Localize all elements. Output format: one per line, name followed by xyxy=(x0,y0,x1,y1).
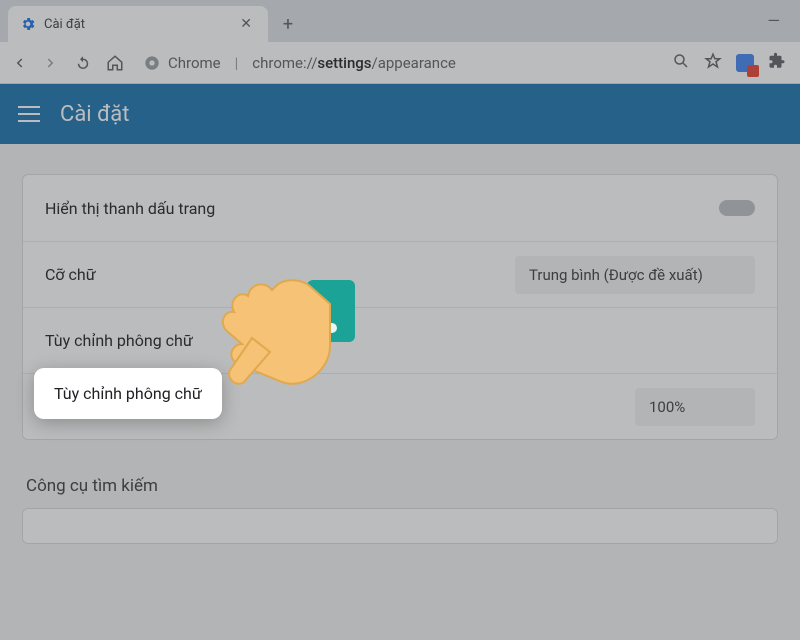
search-engine-card xyxy=(22,508,778,544)
minimize-icon[interactable]: — xyxy=(768,11,781,30)
callout-text: Tùy chỉnh phông chữ xyxy=(54,384,202,403)
new-tab-button[interactable]: + xyxy=(274,10,302,38)
section-search-engine: Công cụ tìm kiếm xyxy=(26,476,778,496)
window-controls: — xyxy=(768,11,800,42)
dropdown-value[interactable]: Trung bình (Được đề xuất) xyxy=(515,256,755,294)
home-button[interactable] xyxy=(104,52,126,74)
callout-customize-fonts[interactable]: Tùy chỉnh phông chữ xyxy=(34,368,222,419)
row-font-size[interactable]: Cỡ chữ Trung bình (Được đề xuất) xyxy=(23,241,777,307)
bookmark-star-icon[interactable] xyxy=(704,52,722,74)
back-button[interactable] xyxy=(8,52,30,74)
settings-header: Cài đặt xyxy=(0,84,800,144)
reload-button[interactable] xyxy=(72,52,94,74)
chrome-icon xyxy=(144,55,160,71)
translate-icon[interactable] xyxy=(736,54,754,72)
row-label: Hiển thị thanh dấu trang xyxy=(45,199,215,218)
toggle-switch[interactable] xyxy=(719,200,755,216)
row-customize-fonts[interactable]: Tùy chỉnh phông chữ xyxy=(23,307,777,373)
tab-title: Cài đặt xyxy=(44,17,228,32)
gear-icon xyxy=(20,16,36,32)
row-label: Tùy chỉnh phông chữ xyxy=(45,331,193,350)
settings-content: Hiển thị thanh dấu trang Cỡ chữ Trung bì… xyxy=(0,174,800,544)
menu-icon[interactable] xyxy=(18,106,40,122)
forward-button[interactable] xyxy=(40,52,62,74)
zoom-icon[interactable] xyxy=(672,52,690,74)
row-label: Cỡ chữ xyxy=(45,265,96,284)
row-bookmarks-bar[interactable]: Hiển thị thanh dấu trang xyxy=(23,175,777,241)
page-title: Cài đặt xyxy=(60,102,129,127)
omnibox-path: chrome://settings/appearance xyxy=(252,54,456,72)
browser-toolbar: Chrome | chrome://settings/appearance xyxy=(0,42,800,84)
address-bar[interactable]: Chrome | chrome://settings/appearance xyxy=(136,54,662,72)
browser-tabstrip: Cài đặt ✕ + — xyxy=(0,0,800,42)
pointing-hand-icon xyxy=(212,260,362,410)
dropdown-value[interactable]: 100% xyxy=(635,388,755,426)
extensions-icon[interactable] xyxy=(768,52,786,74)
close-icon[interactable]: ✕ xyxy=(236,14,256,34)
browser-tab-active[interactable]: Cài đặt ✕ xyxy=(8,6,268,42)
omnibox-host: Chrome xyxy=(168,54,221,72)
